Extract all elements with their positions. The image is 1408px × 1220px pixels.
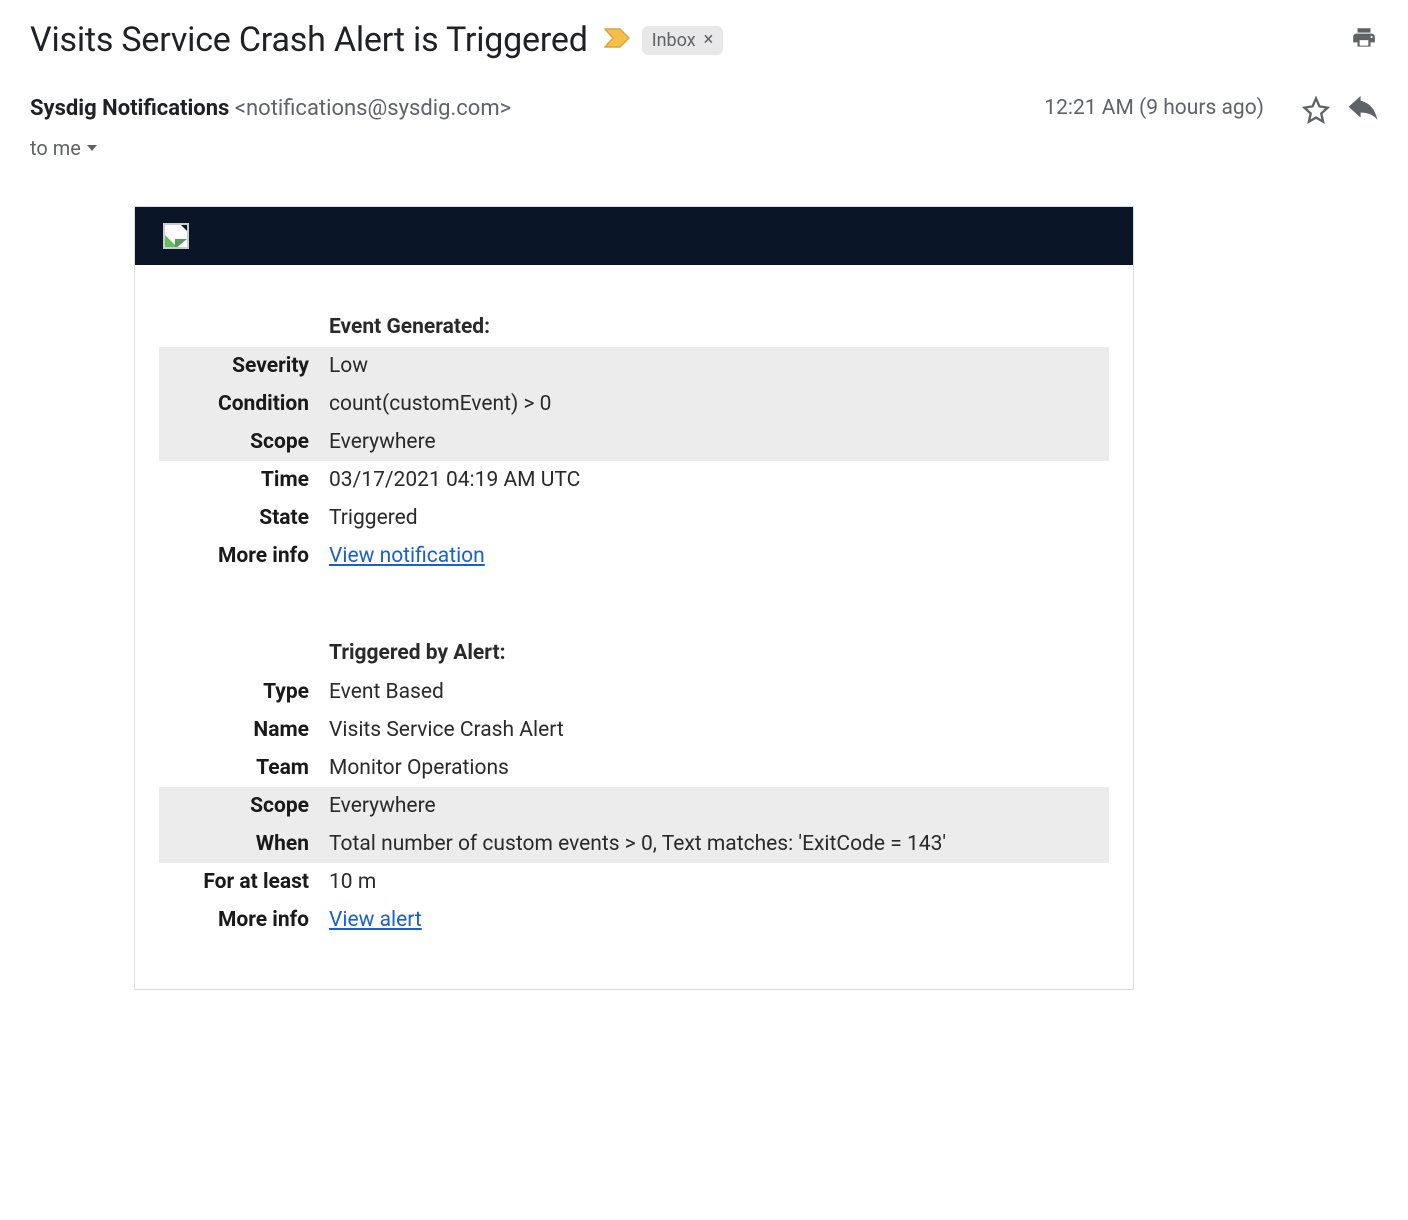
state-label: State xyxy=(159,499,319,537)
email-body: Event Generated: Severity Low Condition … xyxy=(134,206,1134,990)
sender-row: Sysdig Notifications <notifications@sysd… xyxy=(30,96,1378,128)
name-row: Name Visits Service Crash Alert xyxy=(159,711,1109,749)
remove-label-icon[interactable]: × xyxy=(704,31,714,49)
event-scope-row: Scope Everywhere xyxy=(159,423,1109,461)
alert-heading: Triggered by Alert: xyxy=(319,631,1109,673)
when-value: Total number of custom events > 0, Text … xyxy=(319,825,1109,863)
to-text: to me xyxy=(30,136,81,160)
sender-line: Sysdig Notifications <notifications@sysd… xyxy=(30,96,511,121)
reply-icon[interactable] xyxy=(1348,96,1378,124)
inbox-label-text: Inbox xyxy=(652,30,696,51)
alert-moreinfo-row: More info View alert xyxy=(159,901,1109,939)
type-row: Type Event Based xyxy=(159,673,1109,711)
event-heading-row: Event Generated: xyxy=(159,305,1109,347)
name-value: Visits Service Crash Alert xyxy=(319,711,1109,749)
team-value: Monitor Operations xyxy=(319,749,1109,787)
print-icon[interactable] xyxy=(1350,25,1378,55)
team-row: Team Monitor Operations xyxy=(159,749,1109,787)
condition-label: Condition xyxy=(159,385,319,423)
chevron-down-icon xyxy=(87,145,97,151)
severity-value: Low xyxy=(319,347,1109,385)
email-time: 12:21 AM (9 hours ago) xyxy=(1044,96,1264,120)
event-scope-label: Scope xyxy=(159,423,319,461)
email-banner xyxy=(135,207,1133,265)
condition-row: Condition count(customEvent) > 0 xyxy=(159,385,1109,423)
foratleast-value: 10 m xyxy=(319,863,1109,901)
when-label: When xyxy=(159,825,319,863)
view-alert-link[interactable]: View alert xyxy=(329,908,422,932)
alert-scope-value: Everywhere xyxy=(319,787,1109,825)
state-value: Triggered xyxy=(319,499,1109,537)
alert-table: Event Generated: Severity Low Condition … xyxy=(159,305,1109,939)
email-subject: Visits Service Crash Alert is Triggered xyxy=(30,20,588,60)
important-marker-icon[interactable] xyxy=(604,27,632,53)
event-moreinfo-row: More info View notification xyxy=(159,537,1109,575)
foratleast-row: For at least 10 m xyxy=(159,863,1109,901)
condition-value: count(customEvent) > 0 xyxy=(319,385,1109,423)
time-value: 03/17/2021 04:19 AM UTC xyxy=(319,461,1109,499)
star-icon[interactable] xyxy=(1302,96,1330,128)
time-row: Time 03/17/2021 04:19 AM UTC xyxy=(159,461,1109,499)
inbox-label[interactable]: Inbox × xyxy=(642,26,724,55)
time-label: Time xyxy=(159,461,319,499)
event-more-label: More info xyxy=(159,537,319,575)
view-notification-link[interactable]: View notification xyxy=(329,544,485,568)
broken-image-icon xyxy=(163,223,189,249)
email-header: Visits Service Crash Alert is Triggered … xyxy=(30,20,1378,60)
type-label: Type xyxy=(159,673,319,711)
foratleast-label: For at least xyxy=(159,863,319,901)
sender-name[interactable]: Sysdig Notifications xyxy=(30,96,229,121)
team-label: Team xyxy=(159,749,319,787)
severity-row: Severity Low xyxy=(159,347,1109,385)
when-row: When Total number of custom events > 0, … xyxy=(159,825,1109,863)
state-row: State Triggered xyxy=(159,499,1109,537)
name-label: Name xyxy=(159,711,319,749)
alert-heading-row: Triggered by Alert: xyxy=(159,631,1109,673)
event-heading: Event Generated: xyxy=(319,305,1109,347)
sender-email: <notifications@sysdig.com> xyxy=(235,96,511,121)
severity-label: Severity xyxy=(159,347,319,385)
type-value: Event Based xyxy=(319,673,1109,711)
alert-more-label: More info xyxy=(159,901,319,939)
to-line[interactable]: to me xyxy=(30,136,1378,160)
event-scope-value: Everywhere xyxy=(319,423,1109,461)
alert-scope-row: Scope Everywhere xyxy=(159,787,1109,825)
alert-scope-label: Scope xyxy=(159,787,319,825)
